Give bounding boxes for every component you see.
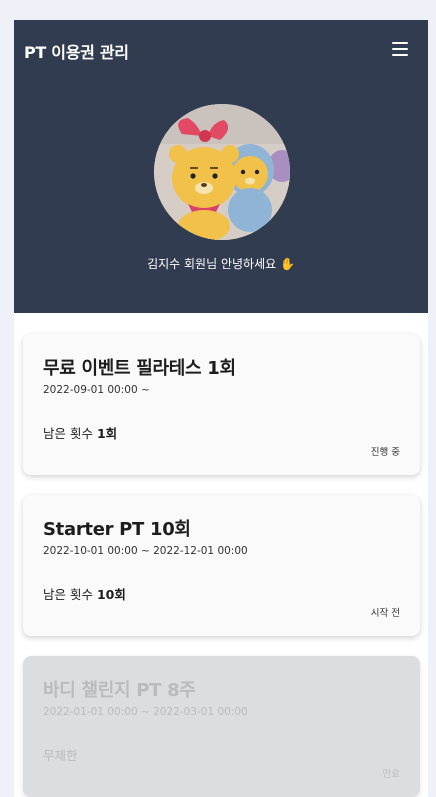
ticket-period: 2022-10-01 00:00 ~ 2022-12-01 00:00 (43, 545, 248, 557)
ticket-card-expired[interactable]: 바디 챌린지 PT 8주 2022-01-01 00:00 ~ 2022-03-… (23, 656, 420, 797)
ticket-status: 만료 (382, 769, 400, 780)
ticket-period: 2022-01-01 00:00 ~ 2022-03-01 00:00 (43, 706, 248, 718)
remaining-label: 남은 횟수 (43, 587, 93, 602)
ticket-title: 무료 이벤트 필라테스 1회 (43, 358, 236, 379)
remaining-label: 남은 횟수 (43, 426, 93, 441)
hamburger-menu-icon[interactable] (392, 42, 408, 56)
remaining-label: 무제한 (43, 748, 78, 763)
avatar-photo (154, 104, 290, 240)
ticket-title: 바디 챌린지 PT 8주 (43, 680, 196, 701)
greeting-text: 김지수 회원님 안녕하세요 ✋ (147, 257, 295, 271)
ticket-title: Starter PT 10회 (43, 519, 191, 540)
ticket-remaining: 무제한 (43, 745, 78, 764)
ticket-remaining: 남은 횟수 1회 (43, 423, 117, 442)
ticket-card[interactable]: 무료 이벤트 필라테스 1회 2022-09-01 00:00 ~ 남은 횟수 … (23, 334, 420, 475)
profile-header: PT 이용권 관리 김지수 회원님 안녕하세요 ✋ (14, 20, 428, 313)
ticket-status: 진행 중 (370, 447, 400, 458)
ticket-card[interactable]: Starter PT 10회 2022-10-01 00:00 ~ 2022-1… (23, 495, 420, 636)
page-title: PT 이용권 관리 (24, 43, 129, 62)
avatar (154, 104, 290, 240)
ticket-remaining: 남은 횟수 10회 (43, 584, 126, 603)
remaining-value: 1회 (96, 426, 118, 441)
ticket-period: 2022-09-01 00:00 ~ (43, 384, 150, 396)
app-screen: PT 이용권 관리 김지수 회원님 안녕하세요 ✋ 무료 이벤트 필라테스 1회… (14, 20, 428, 797)
remaining-value: 10회 (96, 587, 126, 602)
ticket-status: 시작 전 (370, 608, 400, 619)
